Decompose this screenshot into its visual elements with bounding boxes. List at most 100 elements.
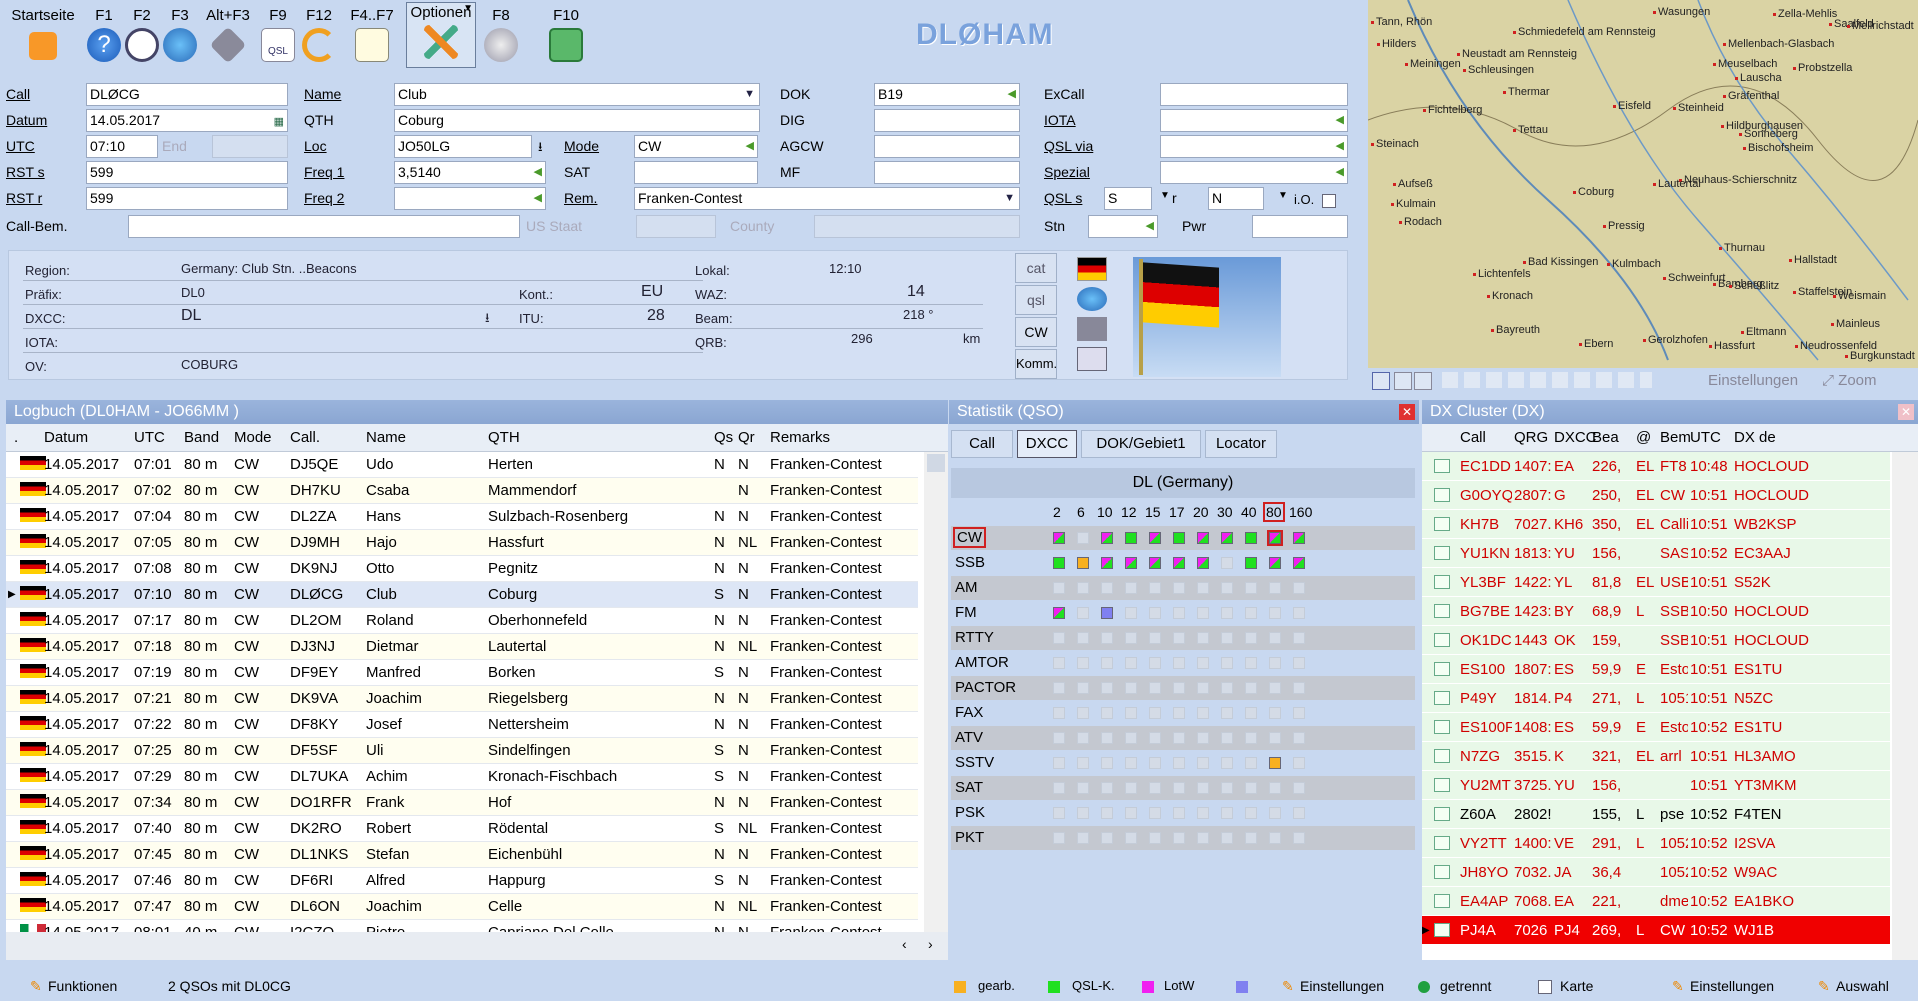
qslr-dropdown-icon[interactable]: ▼ — [1278, 186, 1288, 206]
map-panel[interactable]: Wasungen Zella-Mehlis Saalfeld Tann, Rhön Hi… — [1368, 0, 1918, 368]
stats-cell[interactable] — [1077, 782, 1089, 794]
stats-cell[interactable] — [1293, 757, 1305, 769]
stats-cell[interactable] — [1077, 532, 1089, 544]
stats-cell[interactable] — [1269, 757, 1281, 769]
dx-row[interactable]: YL3BF 1422: YL 81,8 EL USB 10:51 S52K — [1422, 568, 1890, 597]
stats-cell[interactable] — [1293, 632, 1305, 644]
stats-cell[interactable] — [1221, 757, 1233, 769]
stats-cell[interactable] — [1149, 607, 1161, 619]
table-row[interactable]: 14.05.2017 07:02 80 m CW DH7KU Csaba Mammendor… — [6, 478, 918, 504]
close-icon[interactable]: ✕ — [1399, 404, 1415, 420]
stats-cell[interactable] — [1245, 832, 1257, 844]
stats-cell[interactable] — [1197, 832, 1209, 844]
dx-col-header[interactable]: QRG — [1514, 429, 1548, 446]
stats-cell[interactable] — [1269, 707, 1281, 719]
stats-cell[interactable] — [1077, 707, 1089, 719]
dx-row[interactable]: EA4AP 7068. EA 221, dme 10:52 EA1BKO — [1422, 887, 1890, 916]
stats-cell[interactable] — [1101, 732, 1113, 744]
refresh-button[interactable]: F12 — [300, 6, 338, 70]
stats-cell[interactable] — [1149, 832, 1161, 844]
stats-cell[interactable] — [1149, 757, 1161, 769]
stats-cell[interactable] — [1293, 657, 1305, 669]
stats-cell[interactable] — [1101, 532, 1113, 544]
stats-cell[interactable] — [1101, 682, 1113, 694]
edit-button[interactable]: F4..F7 — [346, 6, 398, 70]
table-row[interactable]: 14.05.2017 07:17 80 m CW DL2OM Roland Oberhonn… — [6, 608, 918, 634]
stats-cell[interactable] — [1149, 807, 1161, 819]
logbook-col-header[interactable]: Qr — [738, 429, 755, 446]
stats-cell[interactable] — [1125, 682, 1137, 694]
rsts-field[interactable]: 599 — [86, 161, 288, 184]
qth-field[interactable]: Coburg — [394, 109, 760, 132]
stats-cell[interactable] — [1053, 557, 1065, 569]
stats-cell[interactable] — [1149, 657, 1161, 669]
band-header[interactable]: 30 — [1217, 504, 1233, 520]
stats-cell[interactable] — [1101, 757, 1113, 769]
stats-cell[interactable] — [1197, 532, 1209, 544]
table-row[interactable]: 14.05.2017 07:08 80 m CW DK9NJ Otto Pegnitz N N F… — [6, 556, 918, 582]
logbook-col-header[interactable]: QTH — [488, 429, 520, 446]
dx-row[interactable]: G0OYQ 2807: G 250, EL CW 10:51 HOCLOUD — [1422, 481, 1890, 510]
qslvia-arrow-icon[interactable]: ◀ — [1336, 136, 1344, 157]
stats-cell[interactable] — [1173, 807, 1185, 819]
stats-cell[interactable] — [1269, 557, 1281, 569]
stats-cell[interactable] — [1245, 657, 1257, 669]
stats-cell[interactable] — [1293, 557, 1305, 569]
stats-cell[interactable] — [1197, 632, 1209, 644]
stats-cell[interactable] — [1293, 832, 1305, 844]
stats-cell[interactable] — [1149, 732, 1161, 744]
spezial-arrow-icon[interactable]: ◀ — [1336, 162, 1344, 183]
stats-tab[interactable]: Locator — [1205, 430, 1277, 458]
stats-cell[interactable] — [1173, 682, 1185, 694]
stats-row[interactable]: SSTV — [951, 751, 1415, 775]
stats-cell[interactable] — [1077, 557, 1089, 569]
stats-cell[interactable] — [1293, 582, 1305, 594]
mf-field[interactable] — [874, 161, 1020, 184]
dx-row[interactable]: P49Y 1814.P4 271, L 105110:51 N5ZC — [1422, 684, 1890, 713]
stats-cell[interactable] — [1053, 732, 1065, 744]
stats-cell[interactable] — [1245, 807, 1257, 819]
stats-cell[interactable] — [1197, 607, 1209, 619]
table-row[interactable]: 14.05.2017 07:45 80 m CW DL1NKS Stefan Eichenb… — [6, 842, 918, 868]
qsl-button[interactable]: F9 QSL — [260, 6, 296, 70]
stats-cell[interactable] — [1245, 682, 1257, 694]
stats-cell[interactable] — [1149, 682, 1161, 694]
cat-button[interactable]: cat — [1015, 253, 1057, 283]
stats-cell[interactable] — [1245, 607, 1257, 619]
stats-cell[interactable] — [1221, 832, 1233, 844]
stats-cell[interactable] — [1221, 632, 1233, 644]
stats-cell[interactable] — [1173, 757, 1185, 769]
dok-field[interactable]: B19 ◀ — [874, 83, 1020, 106]
stats-cell[interactable] — [1149, 707, 1161, 719]
table-row[interactable]: 14.05.2017 07:21 80 m CW DK9VA Joachim Riegels… — [6, 686, 918, 712]
save-button[interactable]: F10 — [548, 6, 584, 70]
stats-cell[interactable] — [1293, 782, 1305, 794]
logbook-col-header[interactable]: Band — [184, 429, 219, 446]
map-settings-link[interactable]: Einstellungen — [1708, 372, 1798, 389]
dx-col-header[interactable]: DXCC — [1554, 429, 1597, 446]
stats-cell[interactable] — [1125, 632, 1137, 644]
stats-cell[interactable] — [1125, 557, 1137, 569]
band-header[interactable]: 10 — [1097, 504, 1113, 520]
stats-cell[interactable] — [1197, 682, 1209, 694]
logbook-col-header[interactable]: Datum — [44, 429, 88, 446]
stats-cell[interactable] — [1101, 607, 1113, 619]
stats-cell[interactable] — [1053, 707, 1065, 719]
stats-cell[interactable] — [1221, 807, 1233, 819]
callbem-field[interactable] — [128, 215, 520, 238]
band-header[interactable]: 80 — [1263, 502, 1285, 522]
qslr-field[interactable]: N — [1208, 187, 1264, 210]
logbook-col-header[interactable]: Call. — [290, 429, 320, 446]
stats-cell[interactable] — [1101, 807, 1113, 819]
stats-cell[interactable] — [1173, 557, 1185, 569]
table-row[interactable]: 14.05.2017 07:25 80 m CW DF5SF Uli Sindelfinge… — [6, 738, 918, 764]
utc-field[interactable]: 07:10 — [86, 135, 158, 158]
band-header[interactable]: 20 — [1193, 504, 1209, 520]
stats-cell[interactable] — [1053, 632, 1065, 644]
logbook-col-header[interactable]: UTC — [134, 429, 165, 446]
stats-row[interactable]: PACTOR — [951, 676, 1415, 700]
stats-cell[interactable] — [1101, 557, 1113, 569]
pwr-field[interactable] — [1252, 215, 1348, 238]
stats-cell[interactable] — [1173, 607, 1185, 619]
logbook-col-header[interactable]: Name — [366, 429, 406, 446]
